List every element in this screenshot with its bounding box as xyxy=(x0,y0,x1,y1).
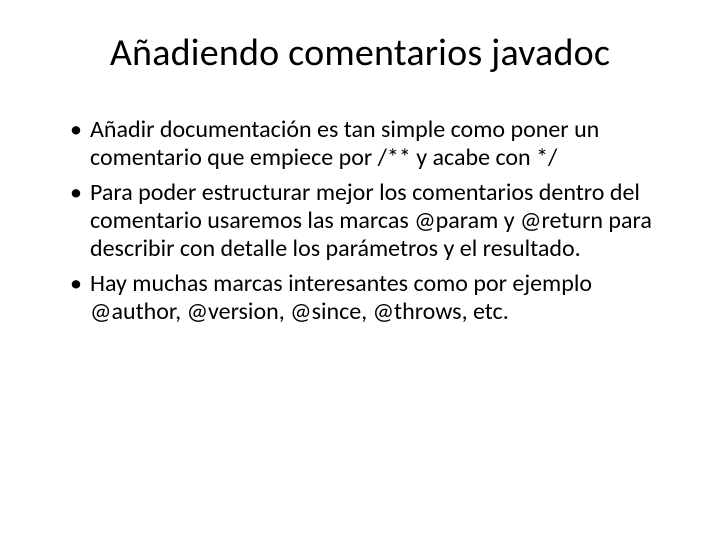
list-item: Añadir documentación es tan simple como … xyxy=(70,116,670,173)
list-item: Hay muchas marcas interesantes como por … xyxy=(70,270,670,327)
list-item: Para poder estructurar mejor los comenta… xyxy=(70,179,670,264)
slide: Añadiendo comentarios javadoc Añadir doc… xyxy=(0,0,720,540)
bullet-list: Añadir documentación es tan simple como … xyxy=(50,116,670,326)
slide-title: Añadiendo comentarios javadoc xyxy=(50,30,670,76)
